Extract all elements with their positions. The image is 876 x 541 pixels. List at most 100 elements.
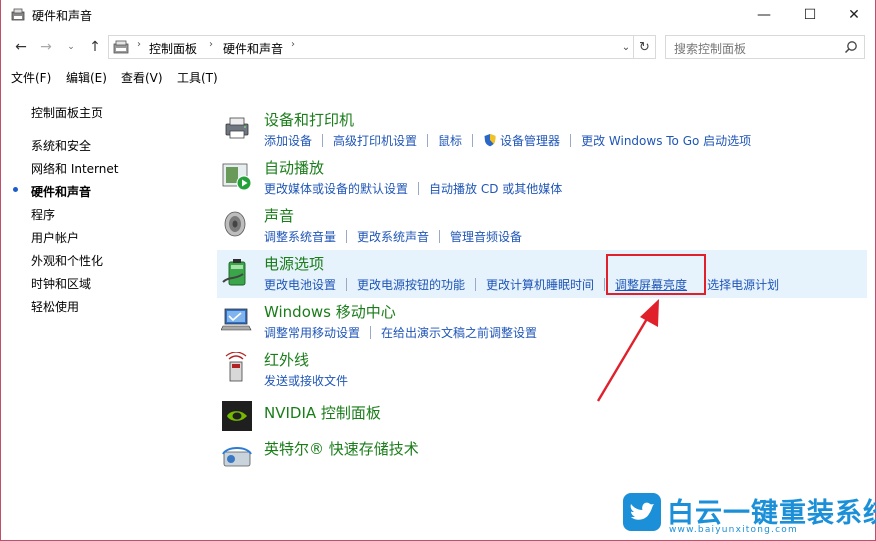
link-device-manager[interactable]: 设备管理器 [500,132,560,149]
search-input[interactable]: 搜索控制面板 [665,35,865,59]
breadcrumb-separator-icon: › [137,39,141,50]
address-bar[interactable]: › 控制面板 › 硬件和声音 › ⌄ [108,35,634,59]
category-links: 调整常用移动设置 在给出演示文稿之前调整设置 [264,324,537,340]
link-add-device[interactable]: 添加设备 [264,132,312,149]
link-adjust-volume[interactable]: 调整系统音量 [264,228,336,245]
category-autoplay: 自动播放 更改媒体或设备的默认设置 自动播放 CD 或其他媒体 [217,154,867,202]
category-title[interactable]: 声音 [264,205,294,226]
menu-edit[interactable]: 编辑(E) [66,69,107,86]
minimize-button[interactable]: — [741,0,787,30]
link-manage-audio-devices[interactable]: 管理音频设备 [450,228,522,245]
breadcrumb-hardware-sound[interactable]: 硬件和声音 [223,40,283,57]
nav-item-appearance[interactable]: 外观和个性化 [31,252,103,269]
link-divider [427,133,429,147]
category-title[interactable]: NVIDIA 控制面板 [264,402,381,423]
link-divider [370,325,372,339]
category-links: 调整系统音量 更改系统声音 管理音频设备 [264,228,522,244]
link-divider [439,229,441,243]
link-advanced-printer-setup[interactable]: 高级打印机设置 [333,132,417,149]
category-power-options: 电源选项 更改电池设置 更改电源按钮的功能 更改计算机睡眠时间 调整屏幕亮度 选… [217,250,867,298]
nav-control-panel-home[interactable]: 控制面板主页 [31,104,103,121]
link-divider [346,277,348,291]
link-send-receive-files[interactable]: 发送或接收文件 [264,372,348,389]
link-divider [570,133,572,147]
active-indicator-icon [13,187,18,192]
menu-tools[interactable]: 工具(T) [177,69,218,86]
annotation-arrow-icon [596,299,659,402]
bird-logo-icon [623,493,661,531]
speaker-icon [224,211,246,237]
category-title[interactable]: 自动播放 [264,157,324,178]
nav-item-clock-region[interactable]: 时钟和区域 [31,275,91,292]
nav-item-user-accounts[interactable]: 用户帐户 [31,229,79,246]
category-infrared: 红外线 发送或接收文件 [217,346,867,394]
control-panel-window: 硬件和声音 — ☐ ✕ ← → ⌄ ↑ › 控制面板 › 硬件和声音 › ⌄ ↻… [0,0,876,541]
category-sound: 声音 调整系统音量 更改系统声音 管理音频设备 [217,202,867,250]
link-mouse[interactable]: 鼠标 [438,132,462,149]
link-change-media-defaults[interactable]: 更改媒体或设备的默认设置 [264,180,408,197]
link-presentation-settings[interactable]: 在给出演示文稿之前调整设置 [381,324,537,341]
up-arrow-icon[interactable]: ↑ [85,37,105,57]
close-button[interactable]: ✕ [831,0,876,30]
category-title[interactable]: 红外线 [264,349,309,370]
link-change-battery-settings[interactable]: 更改电池设置 [264,276,336,293]
menu-file[interactable]: 文件(F) [11,69,51,86]
category-devices-printers: 设备和打印机 添加设备 高级打印机设置 鼠标 设备管理器 更改 Windows … [217,106,867,154]
address-row: ← → ⌄ ↑ › 控制面板 › 硬件和声音 › ⌄ ↻ 搜索控制面板 [1,33,875,61]
search-placeholder: 搜索控制面板 [674,42,747,56]
printer-icon [225,117,249,139]
infrared-icon [225,352,247,382]
category-links: 添加设备 高级打印机设置 鼠标 设备管理器 更改 Windows To Go 启… [264,132,751,148]
link-adjust-mobility-settings[interactable]: 调整常用移动设置 [264,324,360,341]
link-divider [418,181,420,195]
refresh-icon[interactable]: ↻ [634,35,656,59]
control-panel-icon [113,40,129,54]
window-title: 硬件和声音 [32,9,93,23]
link-divider [346,229,348,243]
menu-view[interactable]: 查看(V) [121,69,163,86]
nav-item-programs[interactable]: 程序 [31,206,55,223]
nav-item-hardware-sound[interactable]: 硬件和声音 [31,183,91,200]
battery-icon [222,259,246,286]
link-divider [322,133,324,147]
mobility-center-icon [221,308,252,331]
nav-item-system-security[interactable]: 系统和安全 [31,137,91,154]
recent-dropdown-icon[interactable]: ⌄ [61,37,81,57]
menu-bar: 文件(F) 编辑(E) 查看(V) 工具(T) [1,66,875,88]
watermark: 白云一键重装系统 www.baiyunxitong.com [623,491,876,537]
uac-shield-icon [484,134,496,147]
control-panel-icon [11,8,25,21]
category-links: 发送或接收文件 [264,372,348,388]
address-dropdown-icon[interactable]: ⌄ [619,39,633,55]
breadcrumb-separator-icon: › [209,39,213,50]
autoplay-icon [222,163,252,191]
category-title[interactable]: 设备和打印机 [264,109,354,130]
highlight-annotation-box [606,254,706,295]
nvidia-icon [222,401,252,431]
maximize-button[interactable]: ☐ [787,0,833,30]
link-change-system-sounds[interactable]: 更改系统声音 [357,228,429,245]
link-divider [604,277,606,291]
category-links: 更改媒体或设备的默认设置 自动播放 CD 或其他媒体 [264,180,562,196]
back-arrow-icon[interactable]: ← [11,37,31,57]
category-title[interactable]: 英特尔® 快速存储技术 [264,438,419,459]
nav-item-ease-of-access[interactable]: 轻松使用 [31,298,79,315]
breadcrumb-control-panel[interactable]: 控制面板 [149,40,197,57]
link-power-button-function[interactable]: 更改电源按钮的功能 [357,276,465,293]
link-divider [472,133,474,147]
breadcrumb-separator-icon: › [291,39,295,50]
nav-item-network-internet[interactable]: 网络和 Internet [31,160,118,177]
link-divider [475,277,477,291]
intel-storage-icon [222,447,252,467]
category-mobility-center: Windows 移动中心 调整常用移动设置 在给出演示文稿之前调整设置 [217,298,867,346]
link-windows-to-go[interactable]: 更改 Windows To Go 启动选项 [581,132,751,149]
link-autoplay-cd[interactable]: 自动播放 CD 或其他媒体 [429,180,562,197]
link-change-sleep-time[interactable]: 更改计算机睡眠时间 [486,276,594,293]
category-intel-rapid-storage: 英特尔® 快速存储技术 [217,434,867,482]
link-choose-power-plan[interactable]: 选择电源计划 [707,276,779,293]
category-title[interactable]: 电源选项 [264,253,324,274]
search-icon [844,41,857,54]
forward-arrow-icon[interactable]: → [36,37,56,57]
category-title[interactable]: Windows 移动中心 [264,301,396,322]
title-bar: 硬件和声音 — ☐ ✕ [1,0,875,31]
